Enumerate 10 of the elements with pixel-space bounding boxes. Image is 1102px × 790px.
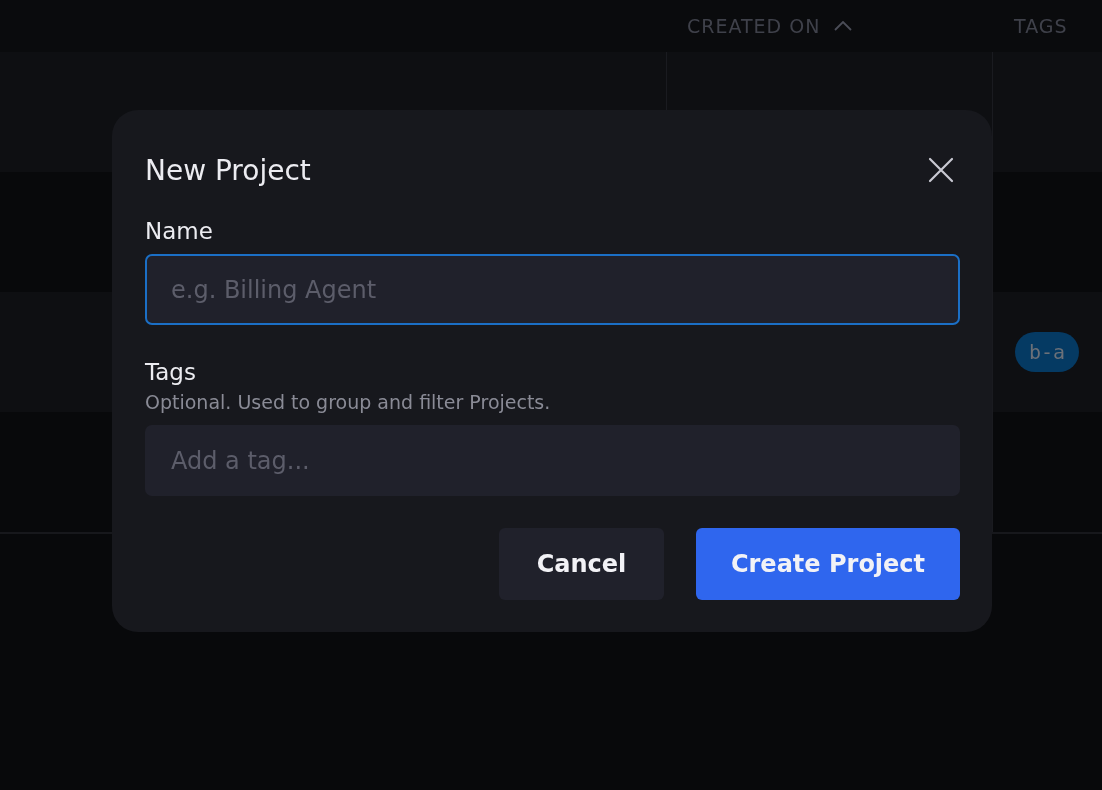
- field-hint: Optional. Used to group and filter Projects.: [145, 391, 552, 413]
- field-label: Name: [145, 218, 214, 244]
- cancel-button[interactable]: Cancel: [499, 528, 664, 600]
- input-field[interactable]: e.g. Billing Agent: [145, 254, 960, 325]
- dialog-title: New Project: [145, 153, 311, 187]
- input-field[interactable]: Add a tag...: [145, 425, 960, 496]
- create-button[interactable]: Create Project: [696, 528, 960, 600]
- field-label: Tags: [145, 359, 197, 385]
- tag-badge: b-a: [1015, 332, 1080, 372]
- close-icon[interactable]: [928, 157, 954, 183]
